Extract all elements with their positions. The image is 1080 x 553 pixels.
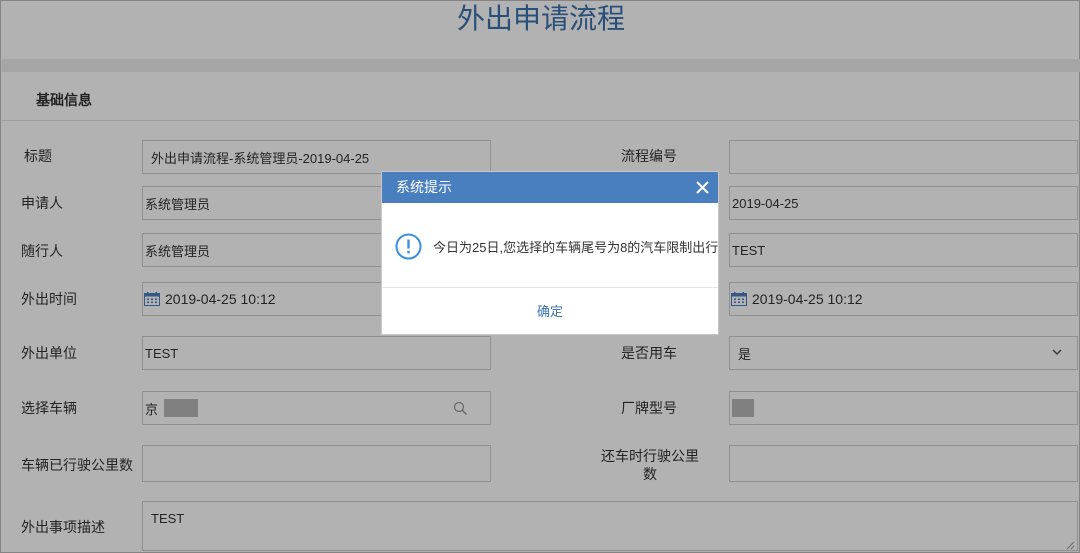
dialog-body: 今日为25日,您选择的车辆尾号为8的汽车限制出行 xyxy=(382,203,718,287)
dialog-header: 系统提示 xyxy=(382,172,718,203)
exclamation-circle-icon xyxy=(395,233,422,260)
dialog-message: 今日为25日,您选择的车辆尾号为8的汽车限制出行 xyxy=(433,240,719,255)
dialog-title: 系统提示 xyxy=(396,179,452,195)
close-icon[interactable] xyxy=(695,180,710,195)
system-alert-dialog: 系统提示 今日为25日,您选择的车辆尾号为8的汽车限制出行 确定 xyxy=(381,171,719,335)
confirm-button[interactable]: 确定 xyxy=(382,288,718,335)
dialog-footer: 确定 xyxy=(382,287,718,334)
